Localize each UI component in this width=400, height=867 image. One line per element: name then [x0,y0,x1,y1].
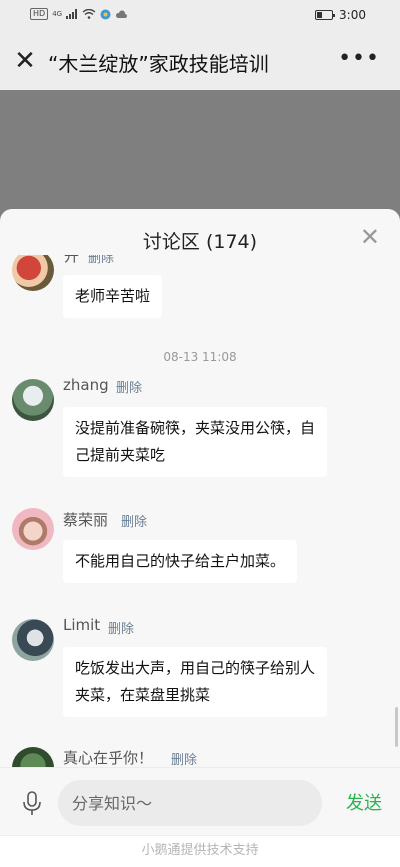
message-bubble: 没提前准备碗筷，夹菜没用公筷，自 己提前夹菜吃 [63,407,328,477]
signal-icon [66,9,78,19]
avatar[interactable] [12,747,54,767]
avatar[interactable] [12,255,54,291]
message-text-line: 夹菜，在菜盘里挑菜 [75,686,211,704]
status-left: HD 4G [30,8,128,20]
page-title: “木兰绽放”家政技能培训 [48,52,269,76]
comment-input[interactable] [58,780,322,826]
cloud-icon [116,9,128,18]
battery-icon [315,10,336,20]
timestamp: 08-13 11:08 [163,350,237,364]
microphone-icon[interactable] [20,790,44,816]
status-right: 3:00 [315,8,366,22]
app-badge-icon [100,9,111,19]
avatar[interactable] [12,619,54,661]
status-time: 3:00 [339,8,366,22]
footer-credit: 小鹅通提供技术支持 [0,835,400,867]
message-text-line: 己提前夹菜吃 [75,446,166,464]
nav-bar: ✕ “木兰绽放”家政技能培训 ••• [0,32,400,90]
username: zhang [63,376,109,394]
username: Limit [63,616,101,634]
username: 开 [64,255,80,265]
message-text-line: 吃饭发出大声，用自己的筷子给别人 [75,659,316,677]
username: 蔡荣丽 [63,511,109,529]
message-bubble: 吃饭发出大声，用自己的筷子给别人 夹菜，在菜盘里挑菜 [63,647,328,717]
input-bar: 发送 [0,767,400,835]
message-bubble: 老师辛苦啦 [63,275,163,318]
signal-indicator: 4G [52,10,63,18]
delete-link[interactable]: 删除 [121,511,147,530]
username: 真心在乎你！ [63,749,154,767]
sheet-close-icon[interactable]: ✕ [360,225,380,249]
hd-indicator: HD [30,8,49,20]
avatar[interactable] [12,508,54,550]
delete-link[interactable]: 删除 [116,377,142,396]
more-icon[interactable]: ••• [338,46,380,71]
sheet-title: 讨论区 (174) [142,231,258,253]
message-text: 老师辛苦啦 [75,287,151,305]
send-button[interactable]: 发送 [346,789,382,815]
message-text: 不能用自己的快子给主户加菜。 [75,552,286,570]
discussion-sheet: 讨论区 (174) ✕ 开 删除 老师辛苦啦 08-13 11:08 zhang… [0,209,400,867]
message-list[interactable]: 开 删除 老师辛苦啦 08-13 11:08 zhang 删除 没提前准备碗筷，… [0,255,400,767]
message-bubble: 不能用自己的快子给主户加菜。 [63,540,298,583]
wifi-icon [82,9,96,19]
scrollbar[interactable] [395,707,398,747]
status-bar: HD 4G 3:00 [0,0,400,32]
delete-link[interactable]: 删除 [108,618,134,637]
close-icon[interactable]: ✕ [12,48,38,74]
message-text-line: 没提前准备碗筷，夹菜没用公筷，自 [75,419,316,437]
delete-link[interactable]: 删除 [88,255,114,266]
avatar[interactable] [12,379,54,421]
delete-link[interactable]: 删除 [171,749,197,767]
